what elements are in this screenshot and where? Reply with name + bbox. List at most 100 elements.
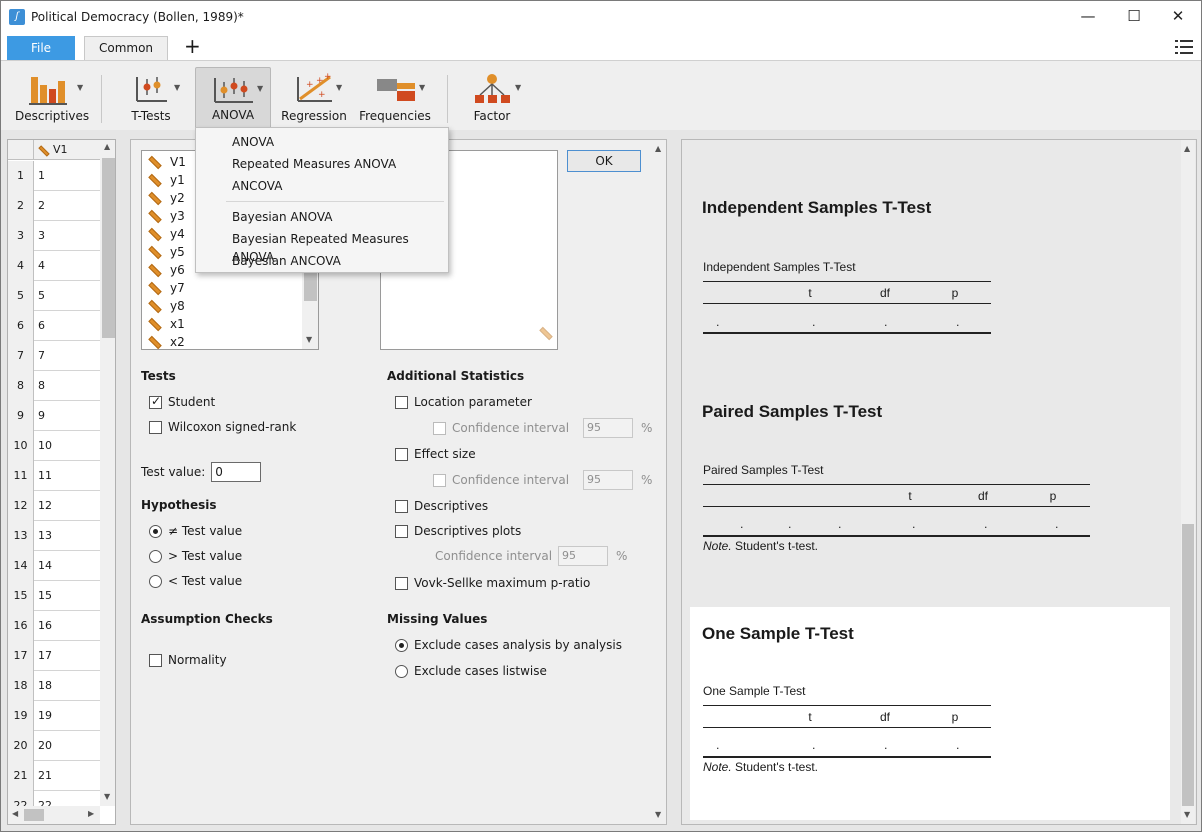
scroll-down-icon[interactable]: ▼	[655, 810, 661, 819]
scroll-down-icon[interactable]: ▼	[104, 792, 110, 801]
list-item[interactable]: y3	[148, 207, 185, 225]
scroll-left-icon[interactable]: ◀	[12, 809, 18, 818]
plots-ci-input[interactable]: 95	[558, 546, 609, 566]
wilcoxon-checkbox[interactable]: Wilcoxon signed-rank	[149, 419, 296, 435]
table-cell[interactable]: 9	[38, 401, 45, 431]
table-cell[interactable]: 21	[38, 761, 52, 791]
table-row[interactable]: 33	[8, 221, 100, 251]
table-cell[interactable]: 6	[38, 311, 45, 341]
factor-button[interactable]: ▼ Factor	[459, 67, 525, 129]
grid-hscroll-thumb[interactable]	[24, 809, 44, 821]
list-item[interactable]: y6	[148, 261, 185, 279]
list-item[interactable]: y8	[148, 297, 185, 315]
list-item[interactable]: y5	[148, 243, 185, 261]
hypothesis-greater-radio[interactable]: > Test value	[149, 548, 242, 564]
table-cell[interactable]: 10	[38, 431, 52, 461]
table-row[interactable]: 10 10	[8, 431, 100, 461]
menu-item-ancova[interactable]: ANCOVA	[232, 177, 282, 195]
minimize-icon[interactable]: —	[1065, 1, 1111, 33]
table-row[interactable]: 55	[8, 281, 100, 311]
table-cell[interactable]: 15	[38, 581, 52, 611]
location-parameter-checkbox[interactable]: Location parameter	[395, 394, 532, 410]
anova-button[interactable]: ▼ ANOVA	[195, 67, 271, 129]
effect-size-checkbox[interactable]: Effect size	[395, 446, 476, 462]
list-item[interactable]: y4	[148, 225, 185, 243]
table-row[interactable]: 88	[8, 371, 100, 401]
location-ci-input[interactable]: 95	[583, 418, 634, 438]
ok-button[interactable]: OK	[567, 150, 641, 172]
grid-scroll-thumb[interactable]	[102, 158, 115, 338]
scroll-up-icon[interactable]: ▲	[1184, 144, 1190, 153]
grid-horizontal-scrollbar[interactable]: ◀ ▶	[8, 806, 100, 824]
menu-item-bayesian-repeated-measures-anova[interactable]: Bayesian Repeated Measures ANOVA	[232, 230, 448, 264]
descriptives-button[interactable]: ▼ Descriptives	[15, 67, 89, 129]
table-cell[interactable]: 11	[38, 461, 52, 491]
table-cell[interactable]: 13	[38, 521, 52, 551]
menu-item-bayesian-ancova[interactable]: Bayesian ANCOVA	[232, 252, 341, 270]
table-row[interactable]: 44	[8, 251, 100, 281]
table-row[interactable]: 66	[8, 311, 100, 341]
hamburger-menu-icon[interactable]	[1175, 40, 1193, 54]
tab-common[interactable]: Common	[84, 36, 168, 61]
results-scrollbar[interactable]: ▲ ▼	[1181, 140, 1195, 824]
menu-item-bayesian-anova[interactable]: Bayesian ANOVA	[232, 208, 333, 226]
effect-ci-input[interactable]: 95	[583, 470, 634, 490]
table-cell[interactable]: 2	[38, 191, 45, 221]
table-cell[interactable]: 16	[38, 611, 52, 641]
one-sample-section[interactable]: One Sample T-Test One Sample T-Test t df…	[690, 607, 1170, 820]
scroll-up-icon[interactable]: ▲	[655, 144, 661, 153]
table-cell[interactable]: 14	[38, 551, 52, 581]
table-cell[interactable]: 4	[38, 251, 45, 281]
scroll-down-icon[interactable]: ▼	[1184, 810, 1190, 819]
table-row[interactable]: 13 13	[8, 521, 100, 551]
table-row[interactable]: 11 11	[8, 461, 100, 491]
list-item[interactable]: V1	[148, 153, 186, 171]
table-cell[interactable]: 1	[38, 161, 45, 191]
independent-samples-section[interactable]: Independent Samples T-Test Independent S…	[690, 180, 1170, 350]
location-ci-checkbox[interactable]	[433, 421, 446, 435]
frequencies-button[interactable]: ▼ Frequencies	[357, 67, 433, 129]
table-row[interactable]: 11	[8, 161, 100, 191]
exclude-analysis-radio[interactable]: Exclude cases analysis by analysis	[395, 637, 622, 653]
hypothesis-not-equal-radio[interactable]: ≠ Test value	[149, 523, 242, 539]
table-cell[interactable]: 12	[38, 491, 52, 521]
exclude-listwise-radio[interactable]: Exclude cases listwise	[395, 663, 547, 679]
table-row[interactable]: 21 21	[8, 761, 100, 791]
table-row[interactable]: 15 15	[8, 581, 100, 611]
test-value-input[interactable]: 0	[211, 462, 262, 482]
table-cell[interactable]: 17	[38, 641, 52, 671]
table-cell[interactable]: 8	[38, 371, 45, 401]
close-icon[interactable]: ✕	[1155, 1, 1201, 33]
tab-file[interactable]: File	[7, 36, 75, 60]
table-row[interactable]: 20 20	[8, 731, 100, 761]
table-row[interactable]: 17 17	[8, 641, 100, 671]
column-header-v1[interactable]: V1	[38, 143, 68, 157]
add-tab-button[interactable]: +	[184, 34, 201, 58]
descriptives-checkbox[interactable]: Descriptives	[395, 498, 488, 514]
list-item[interactable]: y1	[148, 171, 185, 189]
descriptives-plots-checkbox[interactable]: Descriptives plots	[395, 523, 521, 539]
t-tests-button[interactable]: ▼ T-Tests	[119, 67, 183, 129]
normality-checkbox[interactable]: Normality	[149, 652, 227, 668]
data-grid[interactable]: V1 1 1 2 2 3 3 4 4 5 5 6 6 7 7 8 8 9 9 10 10 11 11 12 12 13 13 14 1…	[7, 139, 116, 825]
table-cell[interactable]: 19	[38, 701, 52, 731]
table-row[interactable]: 19 19	[8, 701, 100, 731]
table-row[interactable]: 18 18	[8, 671, 100, 701]
table-cell[interactable]: 3	[38, 221, 45, 251]
table-row[interactable]: 77	[8, 341, 100, 371]
table-row[interactable]: 22	[8, 191, 100, 221]
table-row[interactable]: 16 16	[8, 611, 100, 641]
results-scroll-thumb[interactable]	[1182, 524, 1194, 806]
list-item[interactable]: y2	[148, 189, 185, 207]
table-cell[interactable]: 7	[38, 341, 45, 371]
list-item[interactable]: y7	[148, 279, 185, 297]
table-row[interactable]: 12 12	[8, 491, 100, 521]
table-row[interactable]: 14 14	[8, 551, 100, 581]
table-cell[interactable]: 18	[38, 671, 52, 701]
scroll-right-icon[interactable]: ▶	[88, 809, 94, 818]
effect-ci-checkbox[interactable]	[433, 473, 446, 487]
hypothesis-less-radio[interactable]: < Test value	[149, 573, 242, 589]
grid-vertical-scrollbar[interactable]: ▲ ▼	[100, 140, 115, 806]
maximize-icon[interactable]: ☐	[1111, 1, 1157, 33]
table-cell[interactable]: 20	[38, 731, 52, 761]
